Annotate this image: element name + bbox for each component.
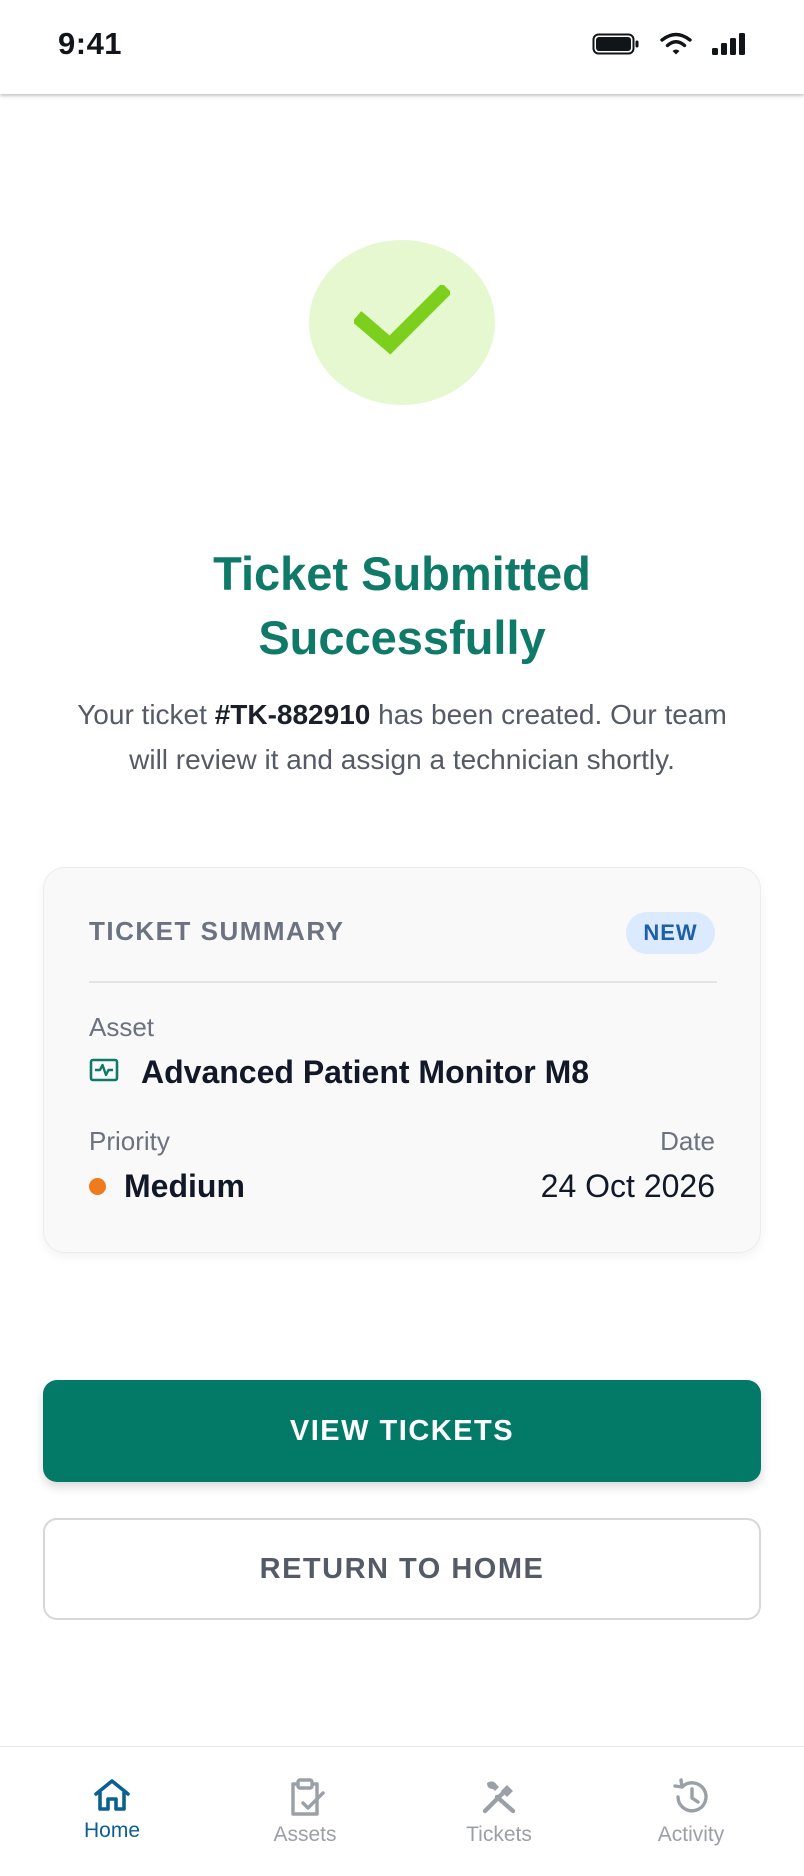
nav-item-tickets[interactable]: Tickets: [424, 1747, 574, 1876]
priority-row: Medium: [89, 1168, 245, 1205]
history-icon: [671, 1747, 711, 1817]
nav-label-home: Home: [83, 1819, 141, 1842]
status-bar: 9:41: [0, 0, 804, 94]
message-prefix: Your ticket: [77, 699, 215, 730]
signal-icon: [712, 33, 746, 55]
page-title: Ticket Submitted Successfully: [0, 542, 804, 670]
nav-label-tickets: Tickets: [466, 1823, 532, 1846]
title-line-1: Ticket Submitted: [213, 547, 591, 600]
nav-item-home[interactable]: Home: [37, 1747, 187, 1876]
status-time: 9:41: [58, 26, 123, 61]
nav-item-assets[interactable]: Assets: [230, 1747, 380, 1876]
success-badge: [309, 240, 495, 405]
clipboard-check-icon: [285, 1747, 325, 1817]
checkmark-icon: [352, 283, 452, 360]
battery-icon: [592, 32, 640, 56]
return-to-home-button[interactable]: RETURN TO HOME: [43, 1518, 761, 1620]
priority-dot-icon: [89, 1178, 106, 1195]
asset-label: Asset: [89, 1012, 155, 1042]
summary-heading: TICKET SUMMARY: [89, 916, 345, 946]
bottom-nav: Home Assets Tickets Activity: [0, 1746, 804, 1876]
ticket-id: #TK-882910: [214, 699, 371, 730]
nav-label-assets: Assets: [273, 1823, 337, 1846]
nav-label-activity: Activity: [657, 1823, 725, 1846]
date-value: 24 Oct 2026: [540, 1168, 715, 1204]
home-icon: [92, 1747, 132, 1813]
asset-name: Advanced Patient Monitor M8: [141, 1054, 590, 1090]
monitor-icon: [89, 1058, 119, 1087]
tools-icon: [479, 1747, 519, 1817]
divider: [89, 981, 717, 983]
view-tickets-button[interactable]: VIEW TICKETS: [43, 1380, 761, 1482]
ticket-summary-card: TICKET SUMMARY NEW Asset Advanced Patien…: [43, 867, 761, 1253]
status-badge: NEW: [626, 912, 715, 954]
asset-row: Advanced Patient Monitor M8: [89, 1054, 589, 1091]
nav-item-activity[interactable]: Activity: [616, 1747, 766, 1876]
priority-label: Priority: [89, 1126, 170, 1156]
wifi-icon: [660, 32, 692, 56]
confirmation-message: Your ticket #TK-882910 has been created.…: [70, 692, 734, 782]
status-icons: [592, 32, 746, 56]
date-label: Date: [660, 1126, 715, 1156]
priority-value: Medium: [124, 1168, 245, 1204]
title-line-2: Successfully: [258, 611, 546, 664]
